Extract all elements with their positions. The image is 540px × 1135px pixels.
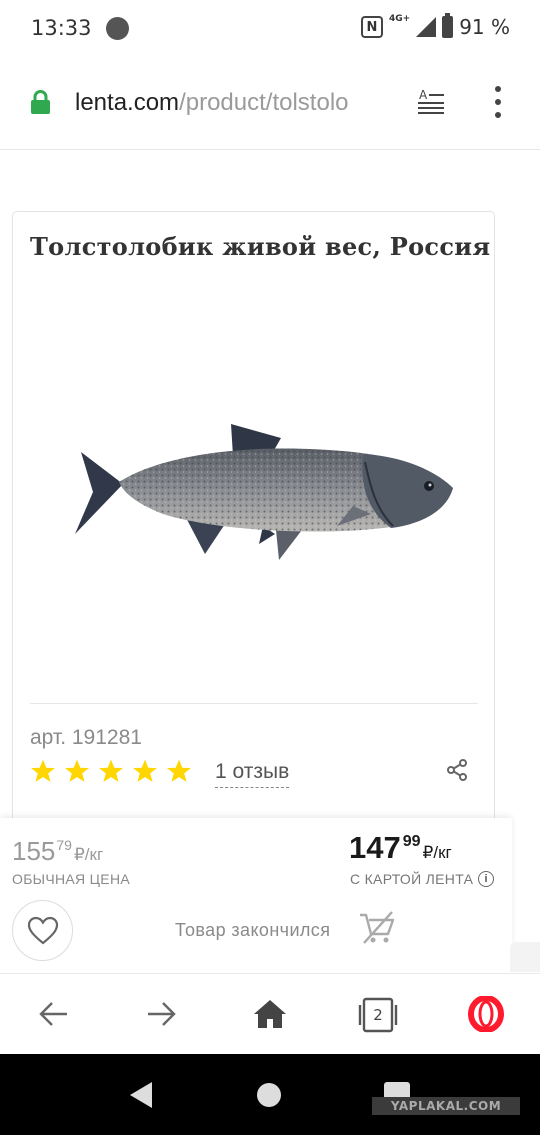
stock-status: Товар закончился bbox=[175, 920, 331, 940]
regular-price: 15579 ₽/кг bbox=[12, 836, 103, 867]
regular-price-cents: 79 bbox=[56, 837, 72, 853]
more-vert-icon[interactable] bbox=[493, 86, 503, 118]
star-icon bbox=[65, 759, 89, 782]
battery-level: 91 % bbox=[459, 15, 510, 39]
info-icon[interactable]: i bbox=[478, 871, 495, 887]
notification-dot-icon bbox=[106, 17, 129, 40]
back-button[interactable] bbox=[34, 994, 74, 1034]
star-icon bbox=[133, 759, 157, 782]
divider bbox=[30, 703, 478, 704]
share-icon[interactable] bbox=[445, 758, 469, 782]
card-price-label-row: С КАРТОЙ ЛЕНТА i bbox=[350, 871, 495, 887]
opera-icon bbox=[468, 996, 504, 1032]
network-type-label: 4G+ bbox=[388, 14, 411, 24]
svg-text:A: A bbox=[419, 88, 428, 102]
favorite-button[interactable] bbox=[12, 900, 73, 961]
tabs-button[interactable]: 2 bbox=[358, 996, 398, 1034]
heart-icon bbox=[27, 916, 58, 944]
opera-menu-button[interactable] bbox=[466, 994, 506, 1034]
status-time: 13:33 bbox=[31, 16, 92, 40]
system-navigation-bar bbox=[0, 1054, 540, 1135]
lock-icon bbox=[31, 90, 50, 114]
battery-icon bbox=[442, 13, 454, 38]
card-price-unit: ₽/кг bbox=[422, 843, 452, 862]
star-icon bbox=[167, 759, 191, 782]
address-bar: lenta.com/product/tolstolo A bbox=[0, 56, 540, 150]
nfc-icon: N bbox=[360, 16, 383, 38]
status-bar: 13:33 N 4G+ 91 % bbox=[0, 0, 540, 56]
url-path: /product/tolstolo bbox=[179, 89, 349, 116]
product-image-fish bbox=[75, 424, 453, 560]
home-icon bbox=[254, 1000, 286, 1028]
tabs-count: 2 bbox=[373, 1006, 383, 1024]
product-title: Толстолобик живой вес, Россия bbox=[30, 232, 491, 261]
rating-stars bbox=[30, 758, 192, 784]
star-icon bbox=[99, 759, 123, 782]
card-price-label: С КАРТОЙ ЛЕНТА bbox=[350, 871, 474, 887]
regular-price-main: 155 bbox=[12, 836, 56, 866]
regular-price-unit: ₽/кг bbox=[73, 845, 104, 864]
system-home-icon[interactable] bbox=[257, 1083, 281, 1107]
forward-arrow-icon bbox=[148, 1002, 176, 1026]
url-field[interactable]: lenta.com/product/tolstolo bbox=[75, 89, 397, 117]
system-back-icon[interactable] bbox=[128, 1080, 154, 1110]
article-number: арт. 191281 bbox=[30, 726, 142, 749]
reader-mode-icon[interactable]: A bbox=[416, 88, 446, 118]
forward-button[interactable] bbox=[141, 994, 181, 1034]
url-host: lenta.com bbox=[75, 89, 180, 116]
card-price: 147 99₽/кг bbox=[349, 830, 452, 866]
product-card: Толстолобик живой вес, Россия арт. 19128… bbox=[12, 211, 495, 851]
side-tab bbox=[510, 942, 540, 972]
home-button[interactable] bbox=[250, 994, 290, 1034]
back-arrow-icon bbox=[39, 1002, 67, 1026]
regular-price-label: ОБЫЧНАЯ ЦЕНА bbox=[12, 871, 130, 887]
reviews-link[interactable]: 1 отзыв bbox=[215, 760, 290, 788]
watermark: YAPLAKAL.COM bbox=[372, 1097, 520, 1115]
cart-disabled-icon bbox=[360, 911, 395, 944]
signal-icon bbox=[416, 17, 437, 37]
card-price-main: 147 bbox=[349, 830, 401, 865]
status-icons: N 4G+ 91 % bbox=[360, 13, 510, 39]
star-icon bbox=[31, 759, 55, 782]
price-panel: 15579 ₽/кг ОБЫЧНАЯ ЦЕНА 147 99₽/кг С КАРТО… bbox=[0, 818, 512, 973]
card-price-cents: 99 bbox=[402, 833, 421, 850]
browser-bottom-bar: 2 bbox=[0, 973, 540, 1054]
